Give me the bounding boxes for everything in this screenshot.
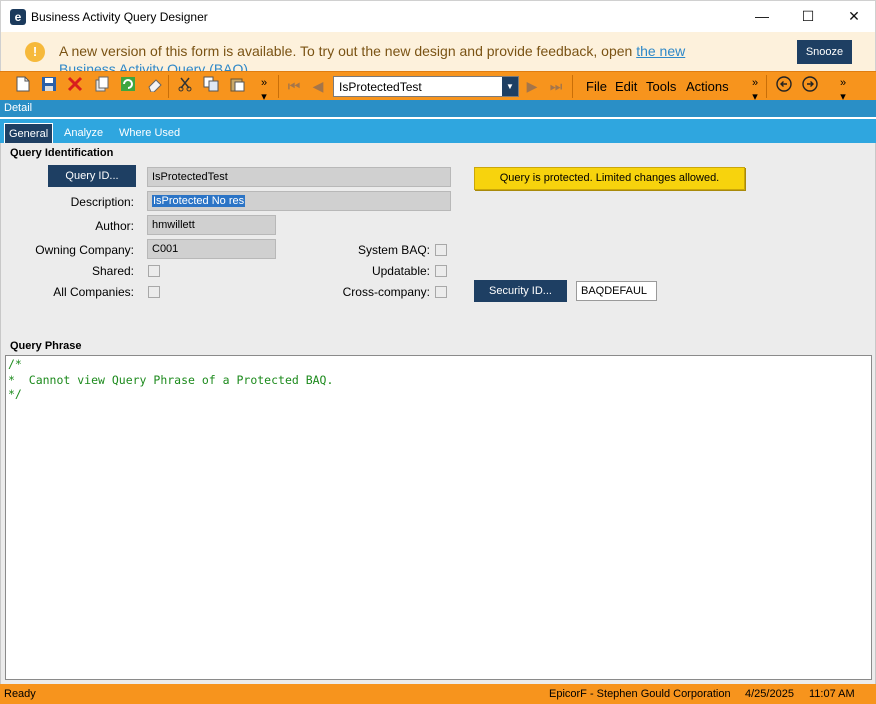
status-company: EpicorF - Stephen Gould Corporation <box>549 688 731 700</box>
updatable-label: Updatable: <box>371 264 430 278</box>
cut-icon[interactable] <box>175 76 195 96</box>
tab-where-used[interactable]: Where Used <box>115 123 184 143</box>
query-phrase-title: Query Phrase <box>10 340 82 352</box>
copy-icon[interactable] <box>201 76 221 96</box>
menu-file[interactable]: File <box>586 79 607 94</box>
status-date: 4/25/2025 <box>745 688 794 700</box>
menu-overflow-icon[interactable]: » ▾ <box>745 76 765 103</box>
combo-dropdown-icon[interactable]: ▼ <box>502 77 518 96</box>
system-baq-checkbox[interactable] <box>435 244 447 256</box>
title-bar: e Business Activity Query Designer — ☐ ✕ <box>0 0 876 32</box>
menu-tools[interactable]: Tools <box>646 79 676 94</box>
toolbar-separator <box>766 75 767 98</box>
code-line: */ <box>8 387 22 401</box>
description-selected-text: IsProtected No res <box>152 195 246 207</box>
updatable-checkbox[interactable] <box>435 265 447 277</box>
tab-analyze[interactable]: Analyze <box>60 123 107 143</box>
maximize-button[interactable]: ☐ <box>785 1 831 33</box>
shared-checkbox[interactable] <box>148 265 160 277</box>
copy-record-icon[interactable] <box>92 76 112 96</box>
status-bar: Ready EpicorF - Stephen Gould Corporatio… <box>0 684 876 704</box>
query-phrase-panel: Query Phrase /* * Cannot view Query Phra… <box>0 340 876 684</box>
security-id-field[interactable]: BAQDEFAUL <box>576 281 657 301</box>
toolbar-overflow-icon[interactable]: » ▾ <box>254 76 274 103</box>
query-phrase-editor[interactable]: /* * Cannot view Query Phrase of a Prote… <box>5 355 872 680</box>
epicor-app-icon: e <box>10 9 26 25</box>
tab-bar: General Analyze Where Used <box>0 117 876 143</box>
code-line: /* <box>8 357 22 371</box>
all-companies-label: All Companies: <box>53 285 134 299</box>
main-toolbar: » ▾ ⏮ ◀ IsProtectedTest ▼ ▶ ⏭ File Edit T… <box>0 71 876 103</box>
delete-icon[interactable] <box>65 76 85 96</box>
forward-arrow-icon[interactable] <box>800 76 820 96</box>
back-arrow-icon[interactable] <box>774 76 794 96</box>
security-id-button[interactable]: Security ID... <box>474 280 567 302</box>
code-line: * Cannot view Query Phrase of a Protecte… <box>8 373 334 387</box>
snooze-button[interactable]: Snooze <box>797 40 852 64</box>
menu-edit[interactable]: Edit <box>615 79 637 94</box>
query-selector-value: IsProtectedTest <box>339 80 422 94</box>
owning-company-field[interactable]: C001 <box>147 239 276 259</box>
new-version-banner: ! A new version of this form is availabl… <box>0 32 876 71</box>
author-field[interactable]: hmwillett <box>147 215 276 235</box>
all-companies-checkbox[interactable] <box>148 286 160 298</box>
cross-company-checkbox[interactable] <box>435 286 447 298</box>
minimize-button[interactable]: — <box>739 1 785 33</box>
tab-general[interactable]: General <box>4 123 54 143</box>
nav-overflow-icon[interactable]: » ▾ <box>833 76 853 103</box>
toolbar-separator <box>168 75 169 98</box>
toolbar-separator <box>572 75 573 98</box>
general-panel: Query Identification Query ID... IsProte… <box>0 143 876 340</box>
clear-icon[interactable] <box>145 76 165 96</box>
toolbar-separator <box>278 75 279 98</box>
query-selector-combo[interactable]: IsProtectedTest ▼ <box>333 76 519 97</box>
first-record-icon[interactable]: ⏮ <box>284 76 304 96</box>
detail-header: Detail <box>0 100 876 117</box>
query-identification-title: Query Identification <box>10 147 114 159</box>
status-time: 11:07 AM <box>809 688 855 700</box>
protected-query-alert: Query is protected. Limited changes allo… <box>474 167 745 190</box>
save-icon[interactable] <box>39 76 59 96</box>
paste-icon[interactable] <box>227 76 247 96</box>
description-field[interactable]: IsProtected No res <box>147 191 451 211</box>
refresh-icon[interactable] <box>118 76 138 96</box>
system-baq-label: System BAQ: <box>357 243 430 257</box>
previous-record-icon[interactable]: ◀ <box>308 76 328 96</box>
cross-company-label: Cross-company: <box>342 285 430 299</box>
warning-icon: ! <box>25 42 45 62</box>
status-text: Ready <box>4 688 36 700</box>
new-icon[interactable] <box>13 76 33 96</box>
last-record-icon[interactable]: ⏭ <box>546 76 566 96</box>
shared-label: Shared: <box>91 264 134 278</box>
query-id-button[interactable]: Query ID... <box>48 165 136 187</box>
query-id-field[interactable]: IsProtectedTest <box>147 167 451 187</box>
owning-company-label: Owning Company: <box>35 243 134 257</box>
close-window-button[interactable]: ✕ <box>831 1 876 33</box>
author-label: Author: <box>95 219 134 233</box>
menu-actions[interactable]: Actions <box>686 79 729 94</box>
next-record-icon[interactable]: ▶ <box>522 76 542 96</box>
banner-text: A new version of this form is available.… <box>59 43 637 59</box>
banner-message: A new version of this form is available.… <box>59 42 729 71</box>
description-label: Description: <box>70 195 134 209</box>
window-title: Business Activity Query Designer <box>31 10 208 24</box>
